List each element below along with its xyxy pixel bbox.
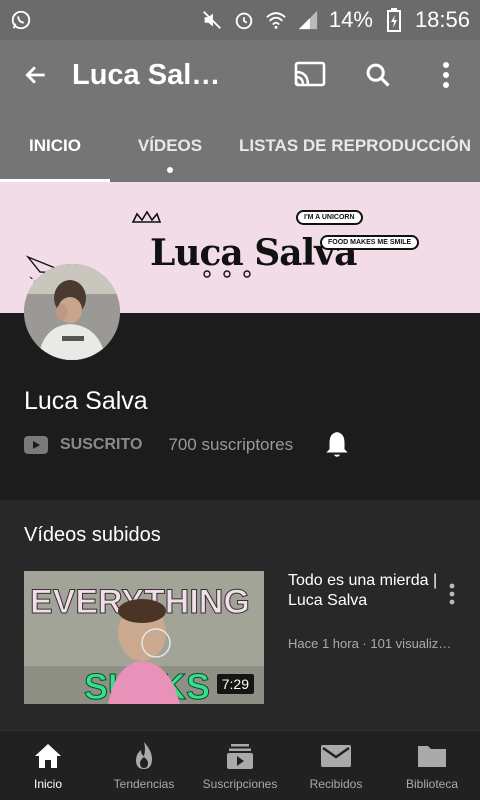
app-bar: Luca Sal… (0, 40, 480, 110)
nav-label: Inicio (33, 776, 62, 791)
cast-icon (294, 61, 326, 87)
avatar[interactable] (24, 264, 120, 360)
home-icon (33, 741, 63, 771)
banner-bubble: I'M A UNICORN (296, 210, 363, 225)
more-vert-icon (449, 583, 455, 605)
nav-inicio[interactable]: Inicio (0, 731, 96, 800)
nav-biblioteca[interactable]: Biblioteca (384, 731, 480, 800)
subscriber-count: 700 suscriptores (168, 435, 294, 454)
status-bar: 14% 18:56 (0, 0, 480, 40)
alarm-icon (233, 9, 255, 31)
video-duration: 7:29 (216, 674, 254, 694)
tab-label: LISTAS DE REPRODUCCIÓN (238, 136, 472, 155)
nav-label: Tendencias (113, 776, 175, 791)
whatsapp-icon (10, 9, 32, 31)
mail-icon (320, 741, 352, 771)
subscribed-label: SUSCRITO (60, 436, 143, 453)
subscriptions-icon (226, 741, 254, 771)
nav-tendencias[interactable]: Tendencias (96, 731, 192, 800)
channel-name: Luca Salva (24, 387, 148, 415)
subscribed-button[interactable]: SUSCRITO (24, 436, 142, 454)
bottom-navigation: Inicio Tendencias Suscripciones Recibido… (0, 730, 480, 800)
battery-percent: 14% (328, 7, 373, 32)
flame-icon (132, 741, 156, 771)
more-vert-icon (443, 62, 449, 88)
section-title: Vídeos subidos (24, 524, 161, 546)
bell-icon (326, 432, 348, 457)
search-icon (366, 63, 390, 87)
tab-videos[interactable]: VÍDEOS (110, 110, 230, 182)
channel-tabs: INICIO VÍDEOS LISTAS DE REPRODUCCIÓN (0, 110, 480, 182)
notifications-button[interactable] (321, 428, 353, 462)
tab-label: VÍDEOS (137, 136, 203, 155)
back-button[interactable] (0, 40, 72, 110)
avatar-photo (24, 264, 120, 360)
video-menu-button[interactable] (440, 580, 464, 608)
tab-inicio[interactable]: INICIO (0, 110, 110, 182)
page-title: Luca Sal… (72, 58, 221, 91)
clock: 18:56 (414, 7, 470, 32)
video-meta: Hace 1 hora · 101 visualiz… (288, 636, 452, 651)
subscription-row: SUSCRITO 700 suscriptores (24, 425, 464, 465)
cast-button[interactable] (276, 40, 344, 110)
tab-label: INICIO (29, 136, 81, 155)
youtube-logo-icon (24, 436, 48, 454)
nav-recibidos[interactable]: Recibidos (288, 731, 384, 800)
nav-label: Recibidos (309, 776, 363, 791)
nav-suscripciones[interactable]: Suscripciones (192, 731, 288, 800)
wifi-icon (265, 9, 287, 31)
video-thumbnail[interactable]: EVERYTHING SUCKS 7:29 (24, 571, 264, 704)
nav-label: Suscripciones (202, 776, 278, 791)
signal-icon (297, 9, 319, 31)
mute-icon (201, 9, 223, 31)
new-content-dot (167, 167, 173, 173)
search-button[interactable] (344, 40, 412, 110)
back-arrow-icon (25, 66, 45, 84)
tab-playlists[interactable]: LISTAS DE REPRODUCCIÓN (230, 110, 480, 182)
folder-icon (417, 741, 447, 771)
battery-icon (383, 8, 405, 32)
nav-label: Biblioteca (405, 776, 459, 791)
more-options-button[interactable] (412, 40, 480, 110)
banner-bubble: FOOD MAKES ME SMILE (320, 235, 420, 250)
video-title[interactable]: Todo es una mierda | Luca Salva (288, 571, 438, 611)
